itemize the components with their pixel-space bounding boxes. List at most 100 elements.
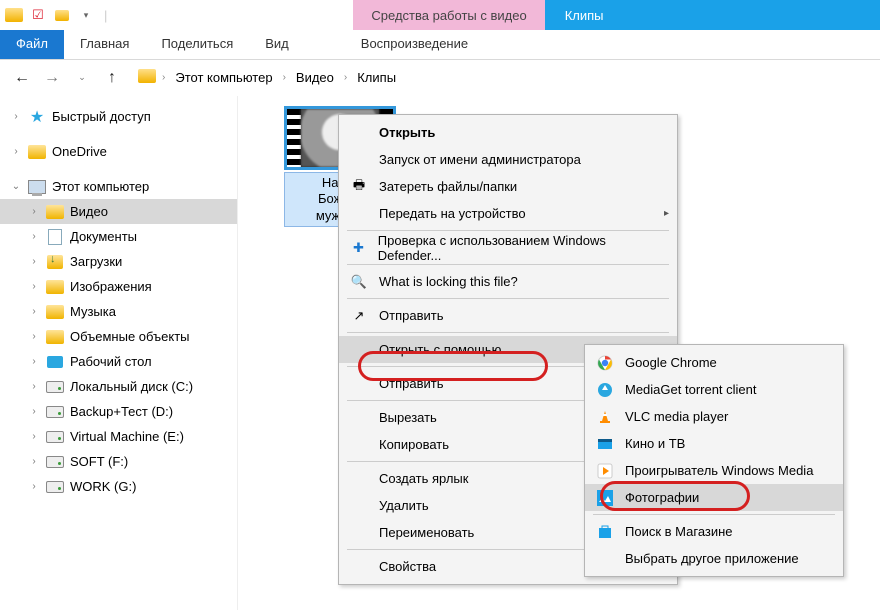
- menu-label: Вырезать: [379, 410, 437, 425]
- blank-icon: [349, 150, 369, 170]
- expand-icon[interactable]: ›: [10, 111, 22, 122]
- tree-item-drive-e[interactable]: › Virtual Machine (E:): [0, 424, 237, 449]
- menu-open[interactable]: Открыть: [339, 119, 677, 146]
- tab-file[interactable]: Файл: [0, 30, 64, 59]
- expand-icon[interactable]: ›: [10, 146, 22, 157]
- tree-item-desktop[interactable]: › Рабочий стол: [0, 349, 237, 374]
- menu-cast-to-device[interactable]: Передать на устройство ▸: [339, 200, 677, 227]
- menu-wipe-files[interactable]: 🖶 Затереть файлы/папки: [339, 173, 677, 200]
- pictures-folder-icon: [46, 278, 64, 296]
- menu-run-as-admin[interactable]: Запуск от имени администратора: [339, 146, 677, 173]
- video-folder-icon: [46, 203, 64, 221]
- expand-icon[interactable]: ›: [28, 406, 40, 417]
- tab-view[interactable]: Вид: [249, 30, 305, 59]
- wmp-icon: [595, 461, 615, 481]
- menu-label: Открыть: [379, 125, 435, 140]
- tree-item-drive-d[interactable]: › Backup+Тест (D:): [0, 399, 237, 424]
- recent-dropdown[interactable]: ⌄: [70, 66, 94, 90]
- menu-label: Отправить: [379, 308, 443, 323]
- qat-dropdown-icon[interactable]: ▾: [76, 5, 96, 25]
- expand-icon[interactable]: ›: [28, 281, 40, 292]
- open-with-movies-tv[interactable]: Кино и ТВ: [585, 430, 843, 457]
- breadcrumb-item[interactable]: Этот компьютер: [171, 68, 276, 87]
- chevron-right-icon[interactable]: ›: [162, 72, 165, 83]
- qat-properties-icon[interactable]: ☑: [28, 5, 48, 25]
- share-arrow-icon: ↗: [349, 306, 369, 326]
- expand-icon[interactable]: ›: [28, 231, 40, 242]
- tree-onedrive[interactable]: › OneDrive: [0, 139, 237, 164]
- tab-playback[interactable]: Воспроизведение: [345, 30, 484, 59]
- expand-icon[interactable]: ›: [28, 456, 40, 467]
- expand-icon[interactable]: ›: [28, 306, 40, 317]
- menu-separator: [347, 230, 669, 231]
- expand-icon[interactable]: ›: [28, 381, 40, 392]
- expand-icon[interactable]: ›: [28, 331, 40, 342]
- menu-what-is-locking[interactable]: 🔍 What is locking this file?: [339, 268, 677, 295]
- menu-label: Свойства: [379, 559, 436, 574]
- tree-item-video[interactable]: › Видео: [0, 199, 237, 224]
- chevron-right-icon[interactable]: ›: [283, 72, 286, 83]
- breadcrumb-item[interactable]: Клипы: [353, 68, 400, 87]
- open-with-choose-another[interactable]: Выбрать другое приложение: [585, 545, 843, 572]
- menu-label: Кино и ТВ: [625, 436, 685, 451]
- title-bar: ☑ ▾ | Средства работы с видео Клипы: [0, 0, 880, 30]
- pc-icon: [28, 178, 46, 196]
- tree-label: Локальный диск (C:): [70, 379, 193, 394]
- tree-label: Музыка: [70, 304, 116, 319]
- tree-item-pictures[interactable]: › Изображения: [0, 274, 237, 299]
- menu-label: Открыть с помощью: [379, 342, 501, 357]
- expand-icon[interactable]: ›: [28, 356, 40, 367]
- navigation-tree[interactable]: › ★ Быстрый доступ › OneDrive ⌄ Этот ком…: [0, 96, 238, 610]
- menu-defender-scan[interactable]: ✚ Проверка с использованием Windows Defe…: [339, 234, 677, 261]
- quick-access-toolbar: ☑ ▾ |: [0, 0, 115, 30]
- blank-icon: [349, 408, 369, 428]
- tab-home[interactable]: Главная: [64, 30, 145, 59]
- expand-icon[interactable]: ›: [28, 256, 40, 267]
- tree-label: OneDrive: [52, 144, 107, 159]
- open-with-chrome[interactable]: Google Chrome: [585, 349, 843, 376]
- breadcrumb-item[interactable]: Видео: [292, 68, 338, 87]
- expand-icon[interactable]: ›: [28, 431, 40, 442]
- tree-quick-access[interactable]: › ★ Быстрый доступ: [0, 104, 237, 129]
- content-pane[interactable]: Натали Боже, ка мужчина! Открыть Запуск …: [238, 96, 880, 610]
- folder-small-icon[interactable]: [52, 5, 72, 25]
- tree-this-pc[interactable]: ⌄ Этот компьютер: [0, 174, 237, 199]
- blank-icon: [595, 549, 615, 569]
- music-folder-icon: [46, 303, 64, 321]
- breadcrumb-root-icon[interactable]: [138, 69, 156, 86]
- open-with-store-search[interactable]: Поиск в Магазине: [585, 518, 843, 545]
- printer-icon: 🖶: [349, 177, 369, 197]
- expand-icon[interactable]: ›: [28, 206, 40, 217]
- open-with-vlc[interactable]: VLC media player: [585, 403, 843, 430]
- downloads-folder-icon: [46, 253, 64, 271]
- drive-icon: [46, 478, 64, 496]
- tree-item-drive-c[interactable]: › Локальный диск (C:): [0, 374, 237, 399]
- chevron-right-icon[interactable]: ›: [344, 72, 347, 83]
- tree-item-documents[interactable]: › Документы: [0, 224, 237, 249]
- open-with-photos[interactable]: Фотографии: [585, 484, 843, 511]
- photos-icon: [595, 488, 615, 508]
- tree-item-drive-f[interactable]: › SOFT (F:): [0, 449, 237, 474]
- tab-share[interactable]: Поделиться: [145, 30, 249, 59]
- back-button[interactable]: ←: [10, 66, 34, 90]
- open-with-wmp[interactable]: Проигрыватель Windows Media: [585, 457, 843, 484]
- breadcrumb[interactable]: › Этот компьютер › Видео › Клипы: [138, 68, 400, 87]
- tree-item-downloads[interactable]: › Загрузки: [0, 249, 237, 274]
- tree-item-music[interactable]: › Музыка: [0, 299, 237, 324]
- navigation-bar: ← → ⌄ ↑ › Этот компьютер › Видео › Клипы: [0, 60, 880, 96]
- collapse-icon[interactable]: ⌄: [10, 181, 22, 192]
- tree-item-3d-objects[interactable]: › Объемные объекты: [0, 324, 237, 349]
- menu-send-to[interactable]: ↗ Отправить: [339, 302, 677, 329]
- expand-icon[interactable]: ›: [28, 481, 40, 492]
- vlc-icon: [595, 407, 615, 427]
- tree-item-drive-g[interactable]: › WORK (G:): [0, 474, 237, 499]
- up-button[interactable]: ↑: [100, 66, 124, 90]
- contextual-tab-header: Средства работы с видео: [353, 0, 544, 30]
- forward-button[interactable]: →: [40, 66, 64, 90]
- tree-label: Видео: [70, 204, 108, 219]
- menu-separator: [347, 298, 669, 299]
- blank-icon: [349, 557, 369, 577]
- open-with-mediaget[interactable]: MediaGet torrent client: [585, 376, 843, 403]
- tree-label: Рабочий стол: [70, 354, 152, 369]
- blank-icon: [349, 123, 369, 143]
